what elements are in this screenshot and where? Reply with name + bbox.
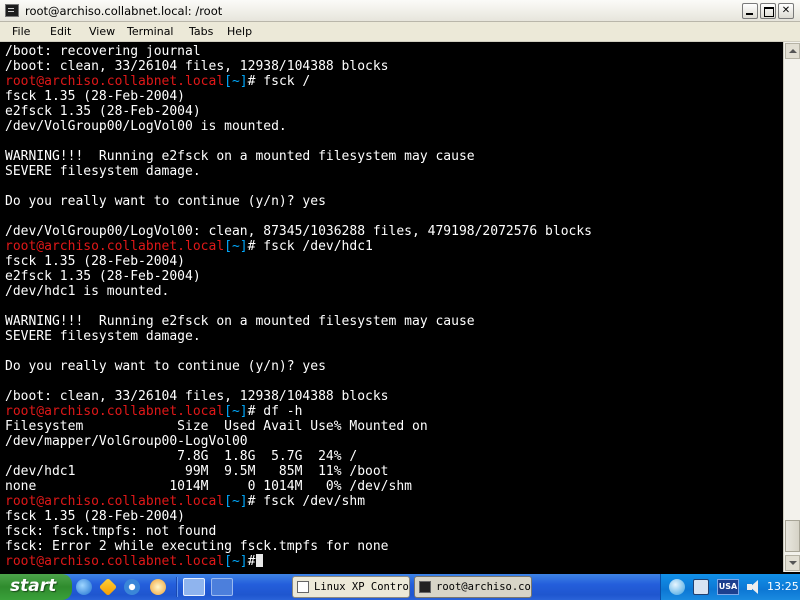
monitor-icon[interactable]: [693, 579, 709, 595]
terminal-icon: [5, 4, 19, 17]
prompt-line: root@archiso.collabnet.local[~]# fsck /d…: [5, 239, 592, 254]
prompt-cwd: [~]: [224, 239, 248, 254]
prompt-user-host: root@archiso.collabnet.local: [5, 74, 225, 89]
clock[interactable]: 13:25: [767, 580, 799, 593]
mail-icon[interactable]: [150, 579, 166, 595]
window-title: root@archiso.collabnet.local: /root: [25, 4, 223, 18]
output-line: /dev/VolGroup00/LogVol00 is mounted.: [5, 119, 287, 134]
output-line: fsck: fsck.tmpfs: not found: [5, 524, 217, 539]
output-line: fsck 1.35 (28-Feb-2004): [5, 509, 186, 524]
menu-file[interactable]: File: [12, 25, 30, 38]
prompt-line: root@archiso.collabnet.local[~]# fsck /: [5, 74, 592, 89]
prompt-cwd: [~]: [224, 74, 248, 89]
taskbar-item-terminal[interactable]: root@archiso.col: [414, 576, 532, 598]
terminal-lines: /boot: recovering journal/boot: clean, 3…: [5, 44, 592, 569]
prompt-line: root@archiso.collabnet.local[~]# df -h: [5, 404, 592, 419]
output-line: 7.8G 1.8G 5.7G 24% /: [5, 449, 358, 464]
command-text: fsck /dev/shm: [255, 494, 366, 509]
prompt-user-host: root@archiso.collabnet.local: [5, 239, 225, 254]
desktop-2-icon[interactable]: [211, 578, 233, 596]
output-line: /dev/hdc1 is mounted.: [5, 284, 170, 299]
output-line: WARNING!!! Running e2fsck on a mounted f…: [5, 149, 475, 164]
close-button[interactable]: ✕: [778, 3, 794, 19]
command-text: fsck /: [255, 74, 311, 89]
output-line: Filesystem Size Used Avail Use% Mounted …: [5, 419, 428, 434]
prompt-line: root@archiso.collabnet.local[~]#: [5, 554, 592, 569]
terminal-icon: [419, 581, 431, 593]
prompt-symbol: #: [247, 554, 256, 569]
scroll-down-button[interactable]: [785, 555, 800, 571]
output-line: /dev/hdc1 99M 9.5M 85M 11% /boot: [5, 464, 389, 479]
terminal-output[interactable]: /boot: recovering journal/boot: clean, 3…: [0, 42, 783, 572]
menu-view[interactable]: View: [89, 25, 115, 38]
prompt-cwd: [~]: [224, 494, 248, 509]
output-line: fsck 1.35 (28-Feb-2004): [5, 89, 186, 104]
prompt-user-host: root@archiso.collabnet.local: [5, 554, 225, 569]
scroll-thumb[interactable]: [785, 520, 800, 552]
system-tray: USA 13:25: [660, 574, 800, 600]
output-line: none 1014M 0 1014M 0% /dev/shm: [5, 479, 412, 494]
output-line: /dev/VolGroup00/LogVol00: clean, 87345/1…: [5, 224, 592, 239]
taskbar-item-label: root@archiso.col: [436, 581, 532, 593]
minimize-button[interactable]: [742, 3, 758, 19]
window-titlebar[interactable]: root@archiso.collabnet.local: /root ✕: [0, 0, 800, 22]
menu-edit[interactable]: Edit: [50, 25, 71, 38]
taskbar: start Linux XP Control root@archiso.col …: [0, 574, 800, 600]
quicklaunch-separator: [176, 577, 178, 597]
menu-bar: File Edit View Terminal Tabs Help: [0, 22, 800, 42]
menu-help[interactable]: Help: [227, 25, 252, 38]
output-line: /dev/mapper/VolGroup00-LogVol00: [5, 434, 248, 449]
scroll-up-button[interactable]: [785, 43, 800, 59]
output-line: /boot: clean, 33/26104 files, 12938/1043…: [5, 389, 389, 404]
output-line: fsck 1.35 (28-Feb-2004): [5, 254, 186, 269]
network-globe-icon[interactable]: [669, 579, 685, 595]
menu-tabs[interactable]: Tabs: [189, 25, 213, 38]
output-line: SEVERE filesystem damage.: [5, 164, 201, 179]
messenger-icon[interactable]: [98, 577, 118, 597]
output-line: Do you really want to continue (y/n)? ye…: [5, 194, 326, 209]
output-line: fsck: Error 2 while executing fsck.tmpfs…: [5, 539, 389, 554]
language-indicator[interactable]: USA: [717, 579, 739, 595]
prompt-cwd: [~]: [224, 554, 248, 569]
output-line: Do you really want to continue (y/n)? ye…: [5, 359, 326, 374]
output-line: SEVERE filesystem damage.: [5, 329, 201, 344]
output-line: /boot: clean, 33/26104 files, 12938/1043…: [5, 59, 389, 74]
output-line: e2fsck 1.35 (28-Feb-2004): [5, 104, 201, 119]
volume-icon[interactable]: [745, 579, 761, 595]
output-line: /boot: recovering journal: [5, 44, 201, 59]
prompt-user-host: root@archiso.collabnet.local: [5, 494, 225, 509]
command-text: df -h: [255, 404, 303, 419]
maximize-button[interactable]: [760, 3, 776, 19]
prompt-user-host: root@archiso.collabnet.local: [5, 404, 225, 419]
window-icon: [297, 581, 309, 593]
prompt-cwd: [~]: [224, 404, 248, 419]
internet-explorer-icon[interactable]: [76, 579, 92, 595]
media-player-icon[interactable]: [124, 579, 140, 595]
output-line: WARNING!!! Running e2fsck on a mounted f…: [5, 314, 475, 329]
desktop-1-icon[interactable]: [183, 578, 205, 596]
output-line: e2fsck 1.35 (28-Feb-2004): [5, 269, 201, 284]
menu-terminal[interactable]: Terminal: [127, 25, 174, 38]
start-button[interactable]: start: [0, 574, 72, 600]
start-label: start: [10, 576, 57, 596]
command-text: fsck /dev/hdc1: [255, 239, 373, 254]
vertical-scrollbar[interactable]: [783, 42, 800, 572]
taskbar-item-label: Linux XP Control: [314, 581, 410, 593]
prompt-line: root@archiso.collabnet.local[~]# fsck /d…: [5, 494, 592, 509]
terminal-cursor: [256, 554, 264, 567]
taskbar-item-linux-xp-control[interactable]: Linux XP Control: [292, 576, 410, 598]
